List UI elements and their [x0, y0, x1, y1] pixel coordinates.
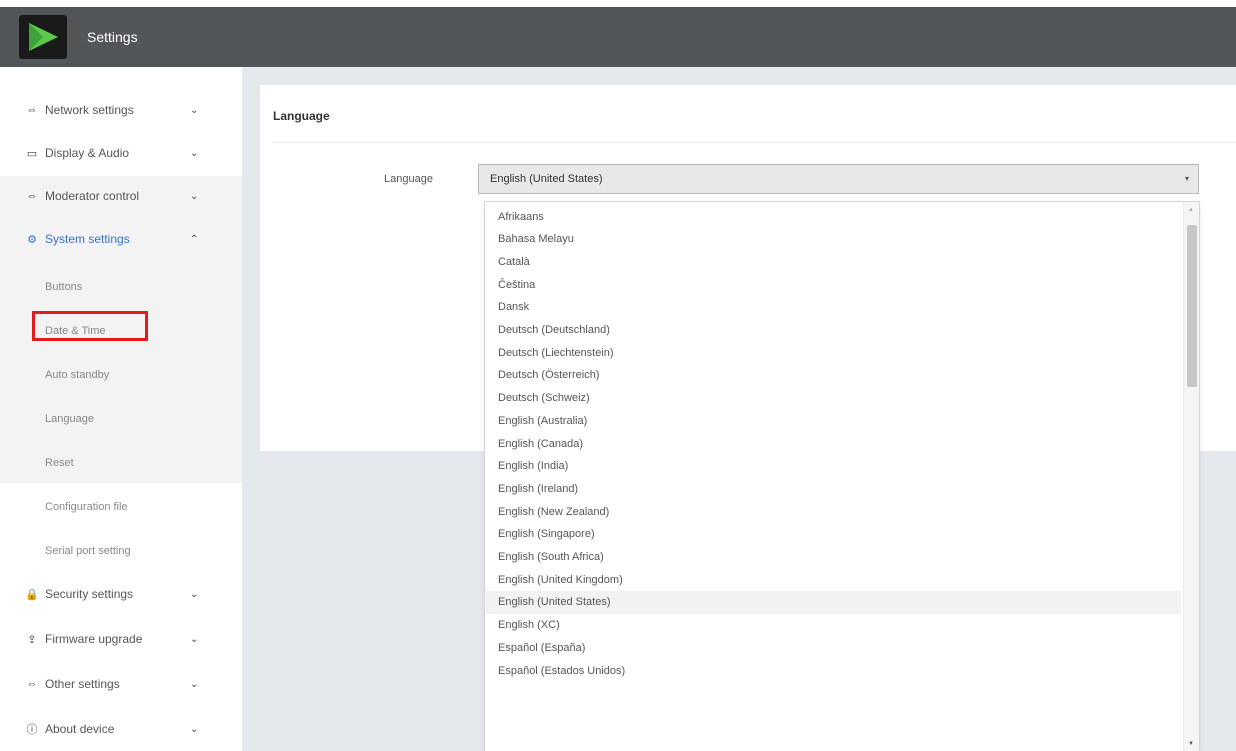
language-option[interactable]: Deutsch (Österreich) [485, 364, 1181, 387]
language-option[interactable]: English (Singapore) [485, 523, 1181, 546]
language-option[interactable]: Afrikaans [485, 205, 1181, 228]
chevron-down-icon[interactable]: ⌄ [190, 679, 198, 690]
language-option[interactable]: English (United States) [485, 590, 1181, 614]
submenu-item-serial-port-setting[interactable]: Serial port setting [0, 531, 242, 571]
sidebar-item-label: Other settings [45, 677, 120, 691]
language-select[interactable]: English (United States) ▾ [478, 164, 1199, 194]
other-settings-icon: ⇔ [26, 678, 38, 690]
language-select-value: English (United States) [490, 173, 603, 185]
language-option[interactable]: Español (Estados Unidos) [485, 659, 1181, 682]
sidebar-item-label: Network settings [45, 103, 134, 117]
divider [272, 142, 1236, 143]
lock-icon: 🔒 [25, 588, 39, 601]
info-icon: ⓘ [26, 724, 38, 736]
language-option[interactable]: English (New Zealand) [485, 500, 1181, 523]
submenu-item-language[interactable]: Language [0, 399, 242, 439]
chevron-down-icon[interactable]: ⌄ [190, 589, 198, 600]
language-option[interactable]: English (XC) [485, 614, 1181, 637]
language-option[interactable]: Català [485, 250, 1181, 273]
language-option[interactable]: English (Ireland) [485, 477, 1181, 500]
language-option[interactable]: Čeština [485, 273, 1181, 296]
scroll-down-icon[interactable]: ▼ [1188, 741, 1194, 747]
sidebar-item-moderator-control[interactable]: ⇔ Moderator control ⌄ [0, 176, 242, 216]
submenu-item-date-time[interactable]: Date & Time [0, 311, 242, 351]
sidebar-item-about-device[interactable]: ⓘ About device ⌄ [0, 709, 242, 749]
submenu-item-configuration-file[interactable]: Configuration file [0, 487, 242, 527]
chevron-down-icon[interactable]: ⌄ [190, 105, 198, 116]
section-title: Language [273, 109, 330, 123]
monitor-icon: ▭ [26, 147, 38, 160]
sidebar-item-security-settings[interactable]: 🔒 Security settings ⌄ [0, 574, 242, 614]
language-option[interactable]: Dansk [485, 296, 1181, 319]
sidebar-item-firmware-upgrade[interactable]: ⇪ Firmware upgrade ⌄ [0, 619, 242, 659]
submenu-item-buttons[interactable]: Buttons [0, 267, 242, 307]
sidebar-item-label: Display & Audio [45, 146, 130, 160]
chevron-down-icon[interactable]: ⌄ [190, 148, 198, 159]
dropdown-scrollbar[interactable]: ▲ ▼ [1183, 202, 1199, 751]
language-option[interactable]: Deutsch (Liechtenstein) [485, 341, 1181, 364]
sidebar-item-label: Moderator control [45, 189, 140, 203]
sidebar-item-network-settings[interactable]: ⇔ Network settings ⌄ [0, 90, 242, 130]
app-title: Settings [87, 29, 138, 45]
chevron-down-icon[interactable]: ⌄ [190, 191, 198, 202]
language-option[interactable]: Deutsch (Deutschland) [485, 319, 1181, 342]
language-option[interactable]: English (Canada) [485, 432, 1181, 455]
chevron-down-icon[interactable]: ⌄ [190, 724, 198, 735]
chevron-down-icon: ▾ [1184, 174, 1189, 183]
scrollbar-thumb[interactable] [1187, 225, 1197, 387]
scroll-up-icon[interactable]: ▲ [1188, 207, 1194, 213]
language-field-label: Language [384, 173, 433, 185]
language-option[interactable]: English (South Africa) [485, 546, 1181, 569]
language-option[interactable]: Deutsch (Schweiz) [485, 387, 1181, 410]
gear-icon: ⚙ [27, 233, 37, 246]
network-icon: ⇔ [26, 104, 38, 116]
play-logo-icon [19, 15, 67, 59]
top-bar: Settings [0, 7, 1236, 67]
sidebar-item-label: About device [45, 722, 115, 736]
language-dropdown-list[interactable]: Español (Estados Unidos) Español (España)… [484, 201, 1200, 751]
language-option[interactable]: Español (España) [485, 636, 1181, 659]
submenu-item-auto-standby[interactable]: Auto standby [0, 355, 242, 395]
language-option[interactable]: Bahasa Melayu [485, 228, 1181, 251]
sidebar-item-system-settings[interactable]: ⚙ System settings ⌃ [0, 219, 242, 259]
chevron-down-icon[interactable]: ⌄ [190, 634, 198, 645]
submenu-item-reset[interactable]: Reset [0, 443, 242, 483]
upload-icon: ⇪ [27, 633, 37, 646]
sidebar-item-label: Firmware upgrade [45, 632, 143, 646]
language-option[interactable]: English (United Kingdom) [485, 568, 1181, 591]
sidebar-item-label: Security settings [45, 587, 134, 601]
moderator-icon: ⇔ [26, 190, 38, 202]
sidebar-item-display-audio[interactable]: ▭ Display & Audio ⌄ [0, 133, 242, 173]
language-option[interactable]: English (Australia) [485, 409, 1181, 432]
chevron-up-icon[interactable]: ⌃ [190, 234, 198, 245]
sidebar-item-label: System settings [45, 232, 130, 246]
language-option[interactable]: English (India) [485, 455, 1181, 478]
sidebar-item-other-settings[interactable]: ⇔ Other settings ⌄ [0, 664, 242, 704]
